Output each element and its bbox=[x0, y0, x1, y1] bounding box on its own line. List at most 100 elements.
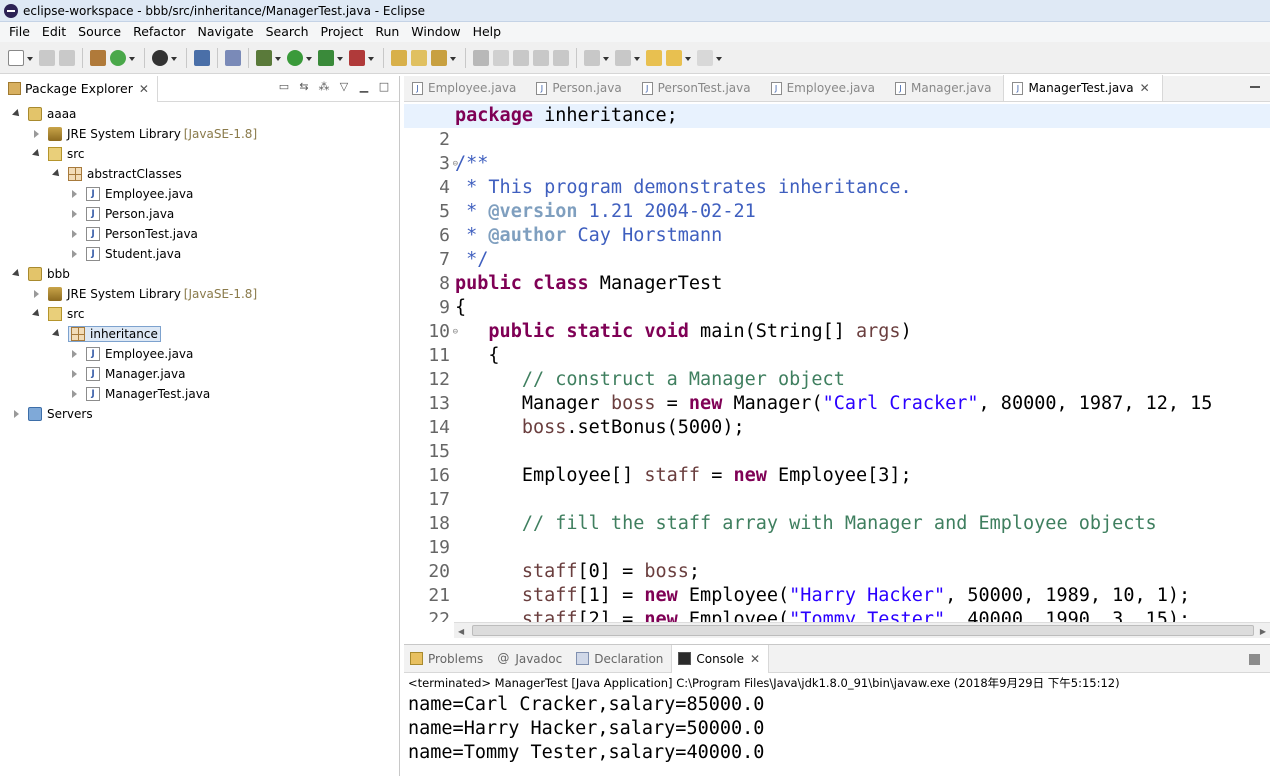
terminate-icon[interactable] bbox=[1249, 654, 1260, 665]
coverage-dropdown-icon[interactable] bbox=[336, 50, 344, 66]
close-icon[interactable]: ✕ bbox=[1140, 81, 1150, 95]
menu-search[interactable]: Search bbox=[260, 22, 315, 42]
tree-item-file[interactable]: J PersonTest.java bbox=[0, 224, 399, 244]
show-whitespace-icon[interactable] bbox=[533, 49, 549, 66]
tree-item-file[interactable]: J Employee.java bbox=[0, 184, 399, 204]
editor-tab[interactable]: J Employee.java bbox=[404, 75, 528, 101]
run-dropdown-icon[interactable] bbox=[305, 50, 313, 66]
menu-source[interactable]: Source bbox=[72, 22, 127, 42]
tab-package-explorer[interactable]: Package Explorer ✕ bbox=[0, 75, 158, 102]
tree-item-file[interactable]: J ManagerTest.java bbox=[0, 384, 399, 404]
menu-refactor[interactable]: Refactor bbox=[127, 22, 191, 42]
tree-item-src-folder[interactable]: src bbox=[0, 144, 399, 164]
tab-javadoc[interactable]: @ Javadoc bbox=[491, 645, 570, 673]
code-text[interactable]: package inheritance; /** * This program … bbox=[404, 104, 1270, 622]
tree-item-servers[interactable]: Servers bbox=[0, 404, 399, 424]
tree-item-file[interactable]: J Employee.java bbox=[0, 344, 399, 364]
tree-item-package-abstractclasses[interactable]: abstractClasses bbox=[0, 164, 399, 184]
back-arrow-icon[interactable] bbox=[666, 49, 682, 66]
expand-arrow-icon[interactable] bbox=[12, 109, 22, 119]
tab-declaration[interactable]: Declaration bbox=[570, 645, 671, 673]
block-selection-icon[interactable] bbox=[513, 49, 529, 66]
save-icon[interactable] bbox=[39, 49, 55, 66]
menu-navigate[interactable]: Navigate bbox=[192, 22, 260, 42]
forward-dropdown-icon[interactable] bbox=[715, 50, 723, 66]
profile-dropdown-icon[interactable] bbox=[170, 50, 178, 66]
focus-icon[interactable]: ⁂ bbox=[317, 80, 331, 94]
collapse-arrow-icon[interactable] bbox=[70, 249, 80, 259]
external-tools-icon[interactable] bbox=[349, 49, 365, 66]
view-menu-icon[interactable]: ▽ bbox=[337, 80, 351, 94]
expand-arrow-icon[interactable] bbox=[32, 149, 42, 159]
toggle-mark-icon[interactable] bbox=[473, 49, 489, 66]
pilcrow-icon[interactable] bbox=[553, 49, 569, 66]
menu-project[interactable]: Project bbox=[315, 22, 370, 42]
terminal-icon[interactable] bbox=[194, 49, 210, 66]
profile-icon[interactable] bbox=[152, 49, 168, 66]
menu-help[interactable]: Help bbox=[467, 22, 508, 42]
editor-tab[interactable]: J Person.java bbox=[528, 75, 633, 101]
tab-console[interactable]: Console ✕ bbox=[671, 644, 770, 673]
minimize-icon[interactable] bbox=[1250, 86, 1260, 88]
prev-annotation-dropdown-icon[interactable] bbox=[633, 50, 641, 66]
close-icon[interactable]: ✕ bbox=[750, 652, 760, 666]
tree-item-jre-library[interactable]: JRE System Library [JavaSE-1.8] bbox=[0, 124, 399, 144]
next-annotation-dropdown-icon[interactable] bbox=[602, 50, 610, 66]
tree-item-project-aaaa[interactable]: aaaa bbox=[0, 104, 399, 124]
collapse-arrow-icon[interactable] bbox=[70, 369, 80, 379]
forward-arrow-icon[interactable] bbox=[697, 49, 713, 66]
collapse-arrow-icon[interactable] bbox=[70, 189, 80, 199]
tree-item-package-inheritance[interactable]: inheritance bbox=[0, 324, 399, 344]
menu-file[interactable]: File bbox=[3, 22, 36, 42]
collapse-arrow-icon[interactable] bbox=[70, 389, 80, 399]
coverage-icon[interactable] bbox=[318, 49, 334, 66]
tree-item-src-folder[interactable]: src bbox=[0, 304, 399, 324]
tree-item-file[interactable]: J Manager.java bbox=[0, 364, 399, 384]
code-editor[interactable]: 1 2 3⊖ 4 5 6 7 8 9 10⊖ 11 12 13 14 15 16… bbox=[404, 104, 1270, 622]
collapse-arrow-icon[interactable] bbox=[12, 409, 22, 419]
refresh-dropdown-icon[interactable] bbox=[128, 50, 136, 66]
menu-run[interactable]: Run bbox=[369, 22, 405, 42]
tree-item-jre-library[interactable]: JRE System Library [JavaSE-1.8] bbox=[0, 284, 399, 304]
debug-icon[interactable] bbox=[256, 49, 272, 66]
tree-item-file[interactable]: J Student.java bbox=[0, 244, 399, 264]
new-dropdown-icon[interactable] bbox=[26, 50, 34, 66]
close-icon[interactable]: ✕ bbox=[139, 82, 149, 96]
tab-problems[interactable]: Problems bbox=[404, 645, 491, 673]
open-task-icon[interactable] bbox=[431, 49, 447, 66]
editor-tab[interactable]: J Manager.java bbox=[887, 75, 1003, 101]
refresh-icon[interactable] bbox=[110, 49, 126, 66]
menu-edit[interactable]: Edit bbox=[36, 22, 72, 42]
scrollbar-thumb[interactable] bbox=[472, 625, 1254, 636]
collapse-arrow-icon[interactable] bbox=[32, 129, 42, 139]
pen-icon[interactable] bbox=[493, 49, 509, 66]
collapse-arrow-icon[interactable] bbox=[70, 209, 80, 219]
run-icon[interactable] bbox=[287, 49, 303, 66]
menu-window[interactable]: Window bbox=[405, 22, 466, 42]
scroll-left-icon[interactable]: ◀ bbox=[458, 627, 464, 636]
editor-tab[interactable]: J Employee.java bbox=[763, 75, 887, 101]
collapse-all-icon[interactable]: ▭ bbox=[277, 80, 291, 94]
open-folder-icon[interactable] bbox=[411, 49, 427, 66]
external-tools-dropdown-icon[interactable] bbox=[367, 50, 375, 66]
last-edit-icon[interactable] bbox=[646, 49, 662, 66]
minimize-icon[interactable]: ▁ bbox=[357, 80, 371, 94]
expand-arrow-icon[interactable] bbox=[32, 309, 42, 319]
collapse-arrow-icon[interactable] bbox=[70, 229, 80, 239]
next-annotation-icon[interactable] bbox=[584, 49, 600, 66]
skip-breakpoints-icon[interactable] bbox=[225, 49, 241, 66]
scroll-right-icon[interactable]: ▶ bbox=[1260, 627, 1266, 636]
editor-tab[interactable]: J PersonTest.java bbox=[634, 75, 763, 101]
debug-dropdown-icon[interactable] bbox=[274, 50, 282, 66]
expand-arrow-icon[interactable] bbox=[12, 269, 22, 279]
save-all-icon[interactable] bbox=[59, 49, 75, 66]
link-editor-icon[interactable]: ⇆ bbox=[297, 80, 311, 94]
collapse-arrow-icon[interactable] bbox=[70, 349, 80, 359]
expand-arrow-icon[interactable] bbox=[52, 329, 62, 339]
build-icon[interactable] bbox=[90, 49, 106, 66]
expand-arrow-icon[interactable] bbox=[52, 169, 62, 179]
tree-item-file[interactable]: J Person.java bbox=[0, 204, 399, 224]
editor-tab-active[interactable]: J ManagerTest.java ✕ bbox=[1003, 75, 1163, 101]
tree-item-project-bbb[interactable]: bbb bbox=[0, 264, 399, 284]
open-type-icon[interactable] bbox=[391, 49, 407, 66]
